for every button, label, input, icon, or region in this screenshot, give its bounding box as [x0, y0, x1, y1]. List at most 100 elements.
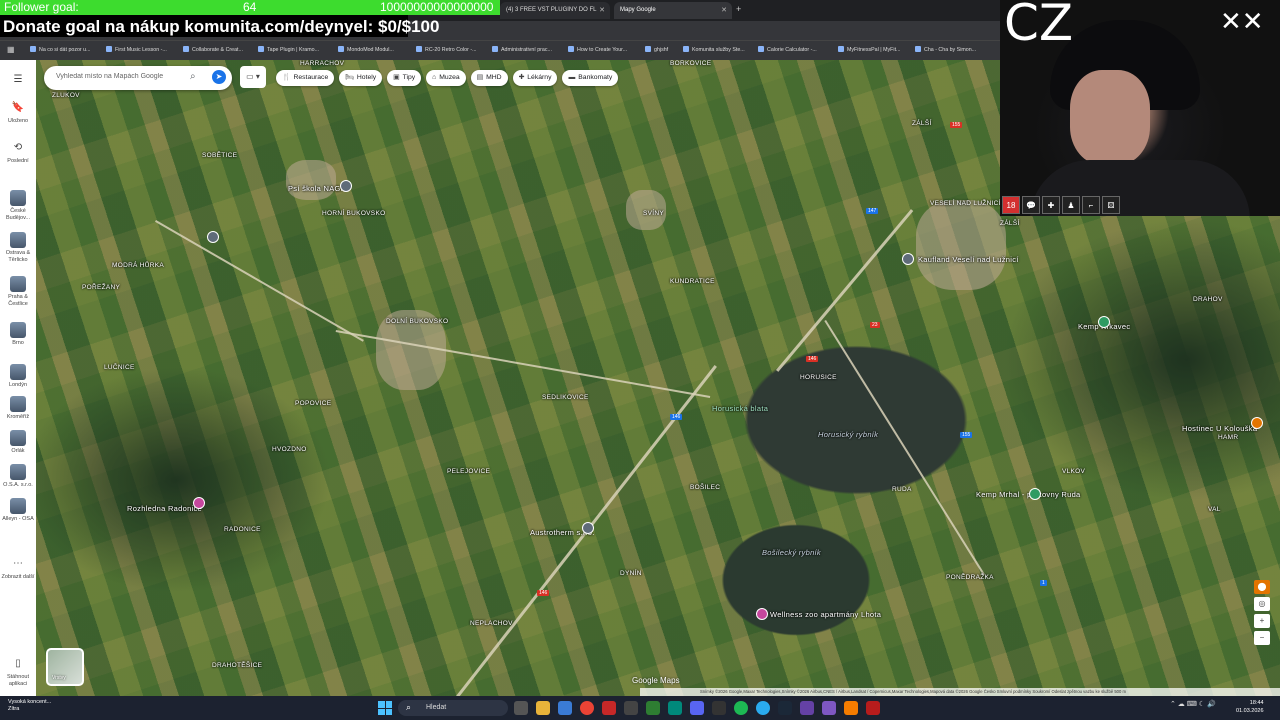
- syringe-icon: ✚: [1042, 196, 1060, 214]
- discord-icon[interactable]: [690, 701, 704, 715]
- place-label: Neplachov: [470, 620, 513, 627]
- chip-tipy[interactable]: ▣ Tipy: [387, 70, 422, 86]
- sidebar-item[interactable]: 🔖 Uloženo: [0, 100, 36, 125]
- road-number-sign: 1: [1040, 580, 1047, 586]
- bookmark-item[interactable]: ghjshf: [645, 46, 668, 53]
- taskbar-search[interactable]: Hledat: [398, 700, 508, 716]
- app-icon[interactable]: [712, 701, 726, 715]
- app-icon[interactable]: [822, 701, 836, 715]
- map-pin-icon[interactable]: [207, 231, 219, 243]
- layers-toggle-button[interactable]: ▭ ▾: [240, 66, 266, 88]
- place-label: Popovice: [295, 400, 332, 407]
- directions-icon[interactable]: ➤: [212, 70, 226, 84]
- chip-lékárny[interactable]: ✚ Lékárny: [512, 70, 558, 86]
- bookmark-item[interactable]: MyFitnessPal | MyFit...: [838, 46, 900, 53]
- clock[interactable]: 18:44 01.03.2026: [1236, 699, 1264, 715]
- sidebar-item[interactable]: Brno: [0, 322, 36, 347]
- bookmark-item[interactable]: Komunita služby Ste...: [683, 46, 745, 53]
- location-icon[interactable]: ◎: [1254, 597, 1270, 611]
- history-icon: ⟲: [13, 142, 23, 153]
- chip-muzea[interactable]: ⌂ Muzea: [426, 70, 466, 86]
- bookmark-item[interactable]: How to Create Your...: [568, 46, 627, 53]
- sidebar-item[interactable]: České Budějov...: [0, 190, 36, 222]
- poi-label[interactable]: Rozhledna Radonice: [127, 504, 202, 513]
- zoom-out-button[interactable]: −: [1254, 631, 1270, 645]
- sidebar-item[interactable]: Kroměříž: [0, 396, 36, 421]
- tab-youtube[interactable]: (4) 3 FREE VST PLUGINY DO FL ✕: [500, 2, 610, 19]
- app-icon[interactable]: [602, 701, 616, 715]
- place-label: Pelejovice: [447, 468, 491, 475]
- apps-icon[interactable]: ▦: [7, 45, 15, 54]
- place-label: Sobětice: [202, 152, 238, 159]
- steam-icon[interactable]: [778, 701, 792, 715]
- bookmark-item[interactable]: Na co si dát pozor u...: [30, 46, 91, 53]
- obs-icon[interactable]: [866, 701, 880, 715]
- place-label: Pořežany: [82, 284, 121, 291]
- weather-widget[interactable]: Vysoká koncent... Zítra: [8, 699, 51, 713]
- poi-label[interactable]: Wellness zoo apartmány Lhota: [770, 610, 881, 619]
- sidebar-item[interactable]: O.S.A. s.r.o.: [0, 464, 36, 489]
- bookmark-item[interactable]: Administrativní prac...: [492, 46, 552, 53]
- search-input[interactable]: [56, 73, 186, 80]
- map-pin-icon[interactable]: [902, 253, 914, 265]
- map-pin-icon[interactable]: [193, 497, 205, 509]
- sidebar-item[interactable]: Orlák: [0, 430, 36, 455]
- map-pin-icon[interactable]: [1098, 316, 1110, 328]
- search-icon[interactable]: ⌕: [190, 71, 196, 82]
- bookmark-item[interactable]: MondoMod Modul...: [338, 46, 394, 53]
- pegman-icon[interactable]: ⬤: [1254, 580, 1270, 594]
- spotify-icon[interactable]: [734, 701, 748, 715]
- bookmark-item[interactable]: Calorie Calculator -...: [758, 46, 817, 53]
- sidebar-item[interactable]: Londýn: [0, 364, 36, 389]
- app-icon[interactable]: [624, 701, 638, 715]
- bookmark-item[interactable]: RC-20 Retro Color -...: [416, 46, 477, 53]
- chip-mhd[interactable]: ▤ MHD: [470, 70, 508, 86]
- place-label: Dynín: [620, 570, 642, 577]
- sidebar-item[interactable]: ⟲ Poslední: [0, 140, 36, 165]
- tab-maps[interactable]: Mapy Google ✕: [614, 2, 732, 19]
- poi-label[interactable]: Psí škola NAGIT: [288, 184, 348, 193]
- chip-bankomaty[interactable]: ▬ Bankomaty: [562, 70, 619, 86]
- sidebar-item[interactable]: Alleyn - OSA: [0, 498, 36, 523]
- sidebar-item[interactable]: ▯ Stáhnout aplikaci: [0, 656, 36, 688]
- telegram-icon[interactable]: [756, 701, 770, 715]
- task-view-icon[interactable]: [514, 701, 528, 715]
- category-chips: 🍴 Restaurace 🛏 Hotely ▣ Tipy ⌂ Muzea ▤ MHD ✚ Lékárn…: [276, 70, 619, 86]
- app-icon[interactable]: [646, 701, 660, 715]
- chip-hotely[interactable]: 🛏 Hotely: [339, 70, 383, 86]
- map-pin-icon[interactable]: [582, 522, 594, 534]
- bookmark-item[interactable]: Collaborate & Creat...: [183, 46, 243, 53]
- bookmark-item[interactable]: Cha - Cha by Simon...: [915, 46, 976, 53]
- map-pin-icon[interactable]: [1251, 417, 1263, 429]
- sidebar-item-label: Stáhnout aplikaci: [6, 674, 30, 687]
- app-icon[interactable]: [800, 701, 814, 715]
- app-icon[interactable]: [558, 701, 572, 715]
- content-badges: 18 💬 ✚ ♟ ⌐ ⚄: [1002, 196, 1120, 214]
- close-icon[interactable]: ✕: [721, 6, 727, 14]
- close-icon[interactable]: ✕: [599, 6, 605, 14]
- start-button[interactable]: [378, 701, 392, 715]
- weather-subtext: Zítra: [8, 706, 20, 712]
- zoom-in-button[interactable]: +: [1254, 614, 1270, 628]
- map-pin-icon[interactable]: [340, 180, 352, 192]
- chrome-icon[interactable]: [580, 701, 594, 715]
- poi-label[interactable]: Kaufland Veselí nad Lužnicí: [918, 255, 1019, 264]
- chip-label: Lékárny: [527, 74, 552, 81]
- new-tab-button[interactable]: +: [734, 2, 748, 19]
- sidebar-item[interactable]: Praha & Čestlice: [0, 276, 36, 308]
- poi-label[interactable]: Hostinec U Kolouška: [1182, 424, 1257, 433]
- fl-studio-icon[interactable]: [844, 701, 858, 715]
- sidebar-item[interactable]: Ostrava & Těrlicko: [0, 232, 36, 264]
- layers-thumbnail[interactable]: Vrstvy: [46, 648, 84, 686]
- place-label: Zálší: [912, 120, 932, 127]
- menu-button[interactable]: ☰: [0, 72, 36, 90]
- chip-restaurace[interactable]: 🍴 Restaurace: [276, 70, 335, 86]
- bookmark-item[interactable]: First Music Lesson -...: [106, 46, 167, 53]
- map-pin-icon[interactable]: [756, 608, 768, 620]
- map-pin-icon[interactable]: [1029, 488, 1041, 500]
- sidebar-item[interactable]: ⋯ Zobrazit další: [0, 556, 36, 581]
- file-explorer-icon[interactable]: [536, 701, 550, 715]
- bookmark-item[interactable]: Tape Plugin | Kramo...: [258, 46, 319, 53]
- system-tray[interactable]: ⌃ ☁ ⌨ ☾ 🔊: [1170, 700, 1216, 708]
- app-icon[interactable]: [668, 701, 682, 715]
